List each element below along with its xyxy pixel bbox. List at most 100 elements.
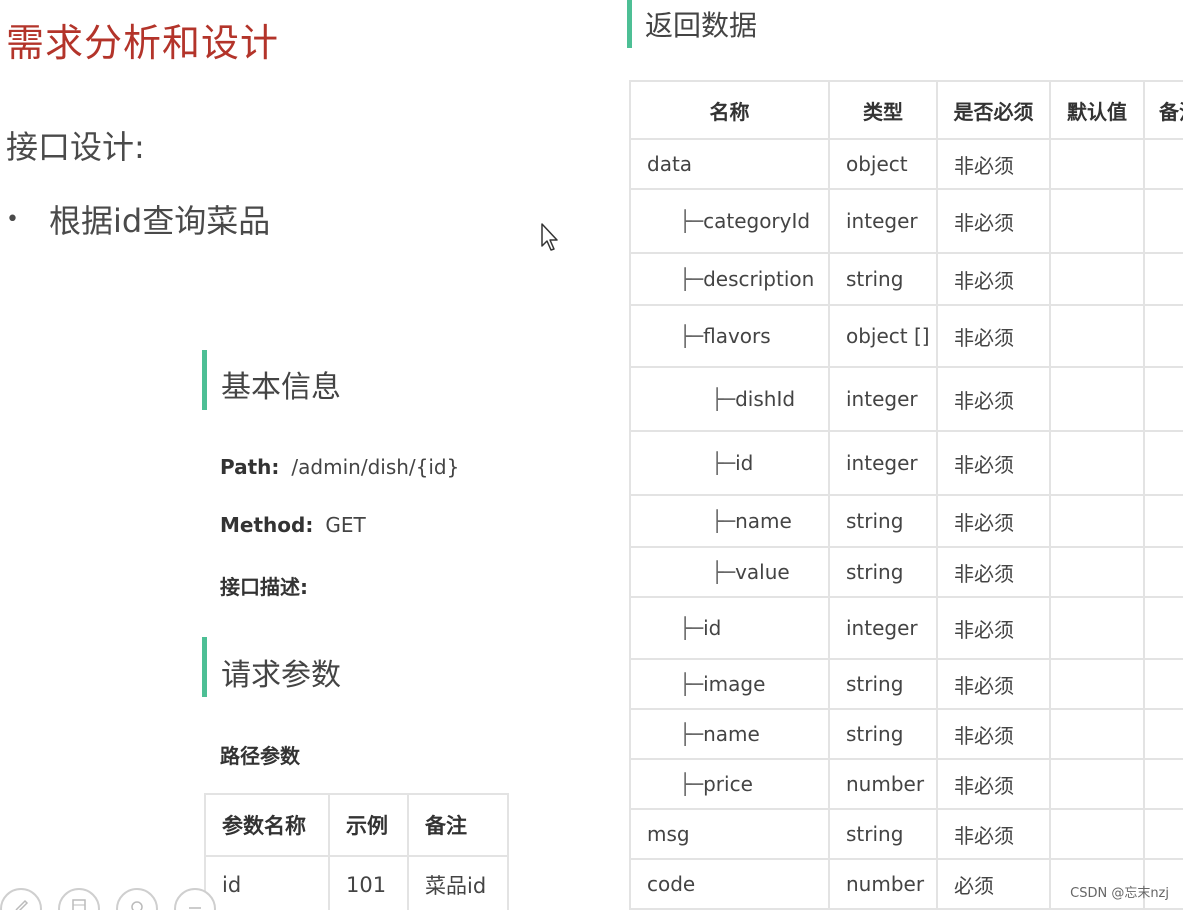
response-heading: 返回数据 xyxy=(645,9,758,42)
field-name-cell: ├─value xyxy=(629,546,830,598)
field-name: dishId xyxy=(735,387,796,411)
method-label: Method: xyxy=(220,513,314,537)
bullet-dot-icon: • xyxy=(6,206,19,232)
column-header: 名称 xyxy=(629,80,830,140)
field-name: image xyxy=(703,672,766,696)
field-note-cell xyxy=(1143,758,1183,810)
field-name: description xyxy=(703,267,815,291)
path-params-table: 参数名称 示例 备注 id 101 菜品id xyxy=(204,793,509,910)
bullet-item: • 根据id查询菜品 xyxy=(6,196,270,242)
section-accent-bar xyxy=(202,637,207,697)
zoom-icon[interactable] xyxy=(116,888,158,910)
tree-branch-icon: ├─ xyxy=(679,209,704,233)
field-name-cell: msg xyxy=(629,808,830,860)
table-row: ├─price number 非必须 xyxy=(629,758,1183,810)
field-name-cell: data xyxy=(629,138,830,190)
desc-row: 接口描述: xyxy=(220,571,308,600)
field-note-cell xyxy=(1143,138,1183,190)
field-required-cell: 非必须 xyxy=(936,758,1051,810)
table-cell: 101 xyxy=(328,855,409,910)
tree-branch-icon: ├─ xyxy=(711,387,736,411)
table-header-row: 参数名称 示例 备注 xyxy=(204,793,509,857)
field-required-cell: 非必须 xyxy=(936,138,1051,190)
column-header: 示例 xyxy=(328,793,409,857)
field-default-cell xyxy=(1049,808,1145,860)
table-row: ├─id integer 非必须 xyxy=(629,430,1183,496)
field-note-cell xyxy=(1143,252,1183,306)
column-header: 默认值 xyxy=(1049,80,1145,140)
field-type-cell: integer xyxy=(828,188,938,254)
field-name: price xyxy=(703,772,753,796)
field-note-cell xyxy=(1143,546,1183,598)
response-table: 名称 类型 是否必须 默认值 备注 dataobject非必须├─categor… xyxy=(629,80,1183,910)
column-header: 类型 xyxy=(828,80,938,140)
mouse-cursor-icon xyxy=(541,223,558,251)
field-note-cell xyxy=(1143,658,1183,710)
field-name-cell: ├─dishId xyxy=(629,366,830,432)
field-name-cell: ├─id xyxy=(629,430,830,496)
field-required-cell: 非必须 xyxy=(936,596,1051,660)
field-required-cell: 非必须 xyxy=(936,494,1051,548)
column-header: 是否必须 xyxy=(936,80,1051,140)
field-name-cell: ├─name xyxy=(629,494,830,548)
field-name: flavors xyxy=(703,324,771,348)
field-note-cell xyxy=(1143,430,1183,496)
field-note-cell xyxy=(1143,596,1183,660)
field-default-cell xyxy=(1049,596,1145,660)
column-header: 备注 xyxy=(407,793,509,857)
tree-branch-icon: ├─ xyxy=(679,267,704,291)
table-row: data object 非必须 xyxy=(629,138,1183,190)
field-default-cell xyxy=(1049,366,1145,432)
field-required-cell: 非必须 xyxy=(936,658,1051,710)
path-value: /admin/dish/{id} xyxy=(291,455,460,479)
grid-icon[interactable] xyxy=(58,888,100,910)
section-accent-bar xyxy=(627,0,632,48)
field-default-cell xyxy=(1049,494,1145,548)
column-header: 备注 xyxy=(1143,80,1183,140)
field-type-cell: string xyxy=(828,494,938,548)
field-type-cell: string xyxy=(828,252,938,306)
field-required-cell: 非必须 xyxy=(936,430,1051,496)
field-required-cell: 非必须 xyxy=(936,546,1051,598)
pen-icon[interactable] xyxy=(0,888,42,910)
field-type-cell: string xyxy=(828,708,938,760)
path-row: Path: /admin/dish/{id} xyxy=(220,455,459,479)
field-type-cell: object xyxy=(828,138,938,190)
table-row: msg string 非必须 xyxy=(629,808,1183,860)
more-icon[interactable] xyxy=(174,888,216,910)
tree-branch-icon: ├─ xyxy=(679,324,704,348)
section-accent-bar xyxy=(202,350,207,410)
field-type-cell: string xyxy=(828,808,938,860)
field-required-cell: 非必须 xyxy=(936,304,1051,368)
field-default-cell xyxy=(1049,708,1145,760)
field-default-cell xyxy=(1049,188,1145,254)
field-note-cell xyxy=(1143,188,1183,254)
table-cell: 菜品id xyxy=(407,855,509,910)
path-params-heading: 路径参数 xyxy=(220,744,300,768)
field-note-cell xyxy=(1143,494,1183,548)
field-default-cell xyxy=(1049,758,1145,810)
response-table-container[interactable]: 名称 类型 是否必须 默认值 备注 dataobject非必须├─categor… xyxy=(629,80,1183,910)
field-name-cell: ├─image xyxy=(629,658,830,710)
field-name: name xyxy=(735,509,792,533)
tree-branch-icon: ├─ xyxy=(679,672,704,696)
field-note-cell xyxy=(1143,708,1183,760)
field-name: code xyxy=(647,872,696,896)
presentation-toolbar xyxy=(0,888,216,910)
table-row: id 101 菜品id xyxy=(204,855,509,910)
field-name-cell: ├─name xyxy=(629,708,830,760)
tree-branch-icon: ├─ xyxy=(679,722,704,746)
column-header: 参数名称 xyxy=(204,793,330,857)
field-name: data xyxy=(647,152,693,176)
field-note-cell xyxy=(1143,366,1183,432)
field-default-cell xyxy=(1049,430,1145,496)
table-row: ├─id integer 非必须 xyxy=(629,596,1183,660)
field-name: value xyxy=(735,560,790,584)
tree-branch-icon: ├─ xyxy=(679,616,704,640)
table-cell: id xyxy=(204,855,330,910)
slide-title: 需求分析和设计 xyxy=(6,21,280,65)
table-row: ├─flavors object [] 非必须 xyxy=(629,304,1183,368)
request-params-heading: 请求参数 xyxy=(221,658,341,693)
field-type-cell: integer xyxy=(828,430,938,496)
section-subtitle: 接口设计: xyxy=(6,128,145,166)
